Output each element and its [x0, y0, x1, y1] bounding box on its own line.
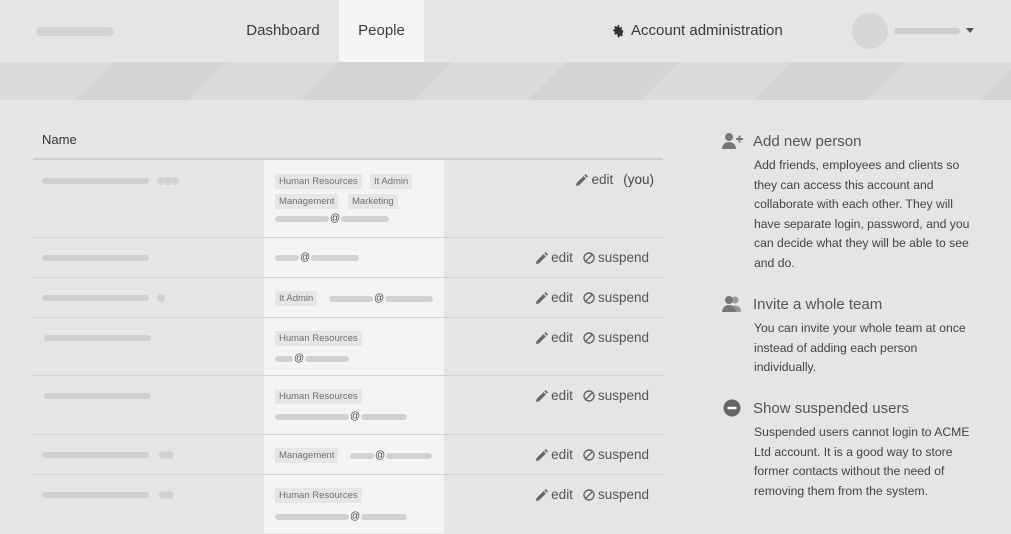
pencil-icon [576, 173, 589, 186]
show-suspended-users-text: Suspended users cannot login to ACME Ltd… [754, 425, 970, 498]
edit-button[interactable]: edit [576, 172, 613, 187]
edit-button[interactable]: edit [536, 290, 573, 305]
group-tag: Management [275, 194, 339, 209]
page-banner [0, 62, 1011, 100]
add-new-person-text: Add friends, employees and clients so th… [754, 158, 970, 270]
show-suspended-users-title: Show suspended users [753, 399, 909, 417]
status-dot [166, 451, 174, 459]
groups-cell [264, 318, 444, 375]
suspend-button[interactable]: suspend [583, 330, 649, 345]
email-placeholder: @ [275, 353, 350, 364]
nav-dashboard[interactable]: Dashboard [228, 0, 338, 62]
block-icon [583, 331, 595, 344]
add-user-icon [722, 133, 743, 149]
name-placeholder [44, 335, 151, 341]
people-table: Name Human Resources It Admin Management… [33, 120, 663, 533]
chevron-down-icon[interactable] [966, 28, 974, 33]
show-suspended-users-link[interactable]: Show suspended users [722, 397, 977, 419]
pencil-icon [536, 251, 549, 264]
block-icon [583, 251, 595, 264]
email-placeholder: @ [275, 411, 408, 422]
group-tag: Human Resources [275, 331, 362, 346]
pencil-icon [536, 448, 549, 461]
gear-icon [613, 24, 624, 37]
groups-cell [264, 376, 444, 434]
table-row: Human Resources @ edit suspend [33, 376, 663, 435]
table-row: Human Resources @ edit suspend [33, 475, 663, 533]
block-icon [583, 389, 595, 402]
edit-button[interactable]: edit [536, 487, 573, 502]
block-icon [583, 448, 595, 461]
row-actions: edit suspend [536, 447, 649, 462]
invite-team-link[interactable]: Invite a whole team [722, 293, 977, 315]
status-dot [171, 177, 179, 185]
suspend-button[interactable]: suspend [583, 250, 649, 265]
edit-button[interactable]: edit [536, 447, 573, 462]
email-placeholder: @ [275, 213, 390, 224]
avatar[interactable] [852, 13, 888, 49]
column-header-name: Name [33, 120, 663, 160]
suspend-button[interactable]: suspend [583, 290, 649, 305]
row-actions: edit (you) [576, 172, 654, 187]
group-tag: It Admin [275, 291, 318, 306]
status-dot [166, 491, 174, 499]
row-actions: edit suspend [536, 388, 649, 403]
user-name-placeholder[interactable] [894, 28, 960, 34]
invite-team-title: Invite a whole team [753, 295, 883, 313]
add-person-section: Add new person Add friends, employees an… [722, 130, 977, 274]
group-tag: Human Resources [275, 174, 362, 189]
nav-account-label: Account administration [631, 22, 783, 39]
invite-team-text: You can invite your whole team at once i… [754, 321, 966, 375]
email-placeholder: @ [350, 450, 433, 461]
minus-circle-icon [723, 399, 741, 417]
suspend-button[interactable]: suspend [583, 447, 649, 462]
pencil-icon [536, 331, 549, 344]
groups-cell [264, 475, 444, 533]
table-row: It Admin @ edit suspend [33, 278, 663, 318]
block-icon [583, 488, 595, 501]
table-row: Human Resources It Admin Management Mark… [33, 160, 663, 238]
invite-team-section: Invite a whole team You can invite your … [722, 293, 977, 378]
pencil-icon [536, 291, 549, 304]
row-actions: edit suspend [536, 250, 649, 265]
name-placeholder [42, 452, 149, 458]
pencil-icon [536, 488, 549, 501]
email-placeholder: @ [275, 252, 360, 263]
suspended-users-section: Show suspended users Suspended users can… [722, 397, 977, 501]
you-label: (you) [623, 172, 654, 187]
block-icon [583, 291, 595, 304]
group-tag: Human Resources [275, 488, 362, 503]
email-placeholder: @ [329, 293, 434, 304]
status-dot [157, 294, 165, 302]
group-tag: Marketing [348, 194, 398, 209]
group-tag: Management [275, 448, 339, 463]
nav-people[interactable]: People [339, 0, 424, 62]
group-tag: It Admin [370, 174, 413, 189]
edit-button[interactable]: edit [536, 250, 573, 265]
suspend-button[interactable]: suspend [583, 388, 649, 403]
table-row: @ edit suspend [33, 238, 663, 278]
pencil-icon [536, 389, 549, 402]
email-placeholder: @ [275, 511, 408, 522]
logo-placeholder[interactable] [36, 27, 114, 36]
row-actions: edit suspend [536, 290, 649, 305]
suspend-button[interactable]: suspend [583, 487, 649, 502]
top-navigation: Dashboard People Account administration [0, 0, 1011, 62]
add-new-person-title: Add new person [753, 132, 862, 150]
team-icon [722, 296, 741, 312]
table-row: Management @ edit suspend [33, 435, 663, 475]
name-placeholder [42, 178, 149, 184]
nav-account-administration[interactable]: Account administration [612, 0, 802, 62]
table-row: Human Resources @ edit suspend [33, 318, 663, 376]
name-placeholder [44, 393, 151, 399]
edit-button[interactable]: edit [536, 330, 573, 345]
name-placeholder [42, 492, 149, 498]
name-placeholder [42, 295, 149, 301]
name-placeholder [42, 255, 149, 261]
edit-button[interactable]: edit [536, 388, 573, 403]
row-actions: edit suspend [536, 330, 649, 345]
group-tag: Human Resources [275, 389, 362, 404]
add-new-person-link[interactable]: Add new person [722, 130, 977, 152]
row-actions: edit suspend [536, 487, 649, 502]
